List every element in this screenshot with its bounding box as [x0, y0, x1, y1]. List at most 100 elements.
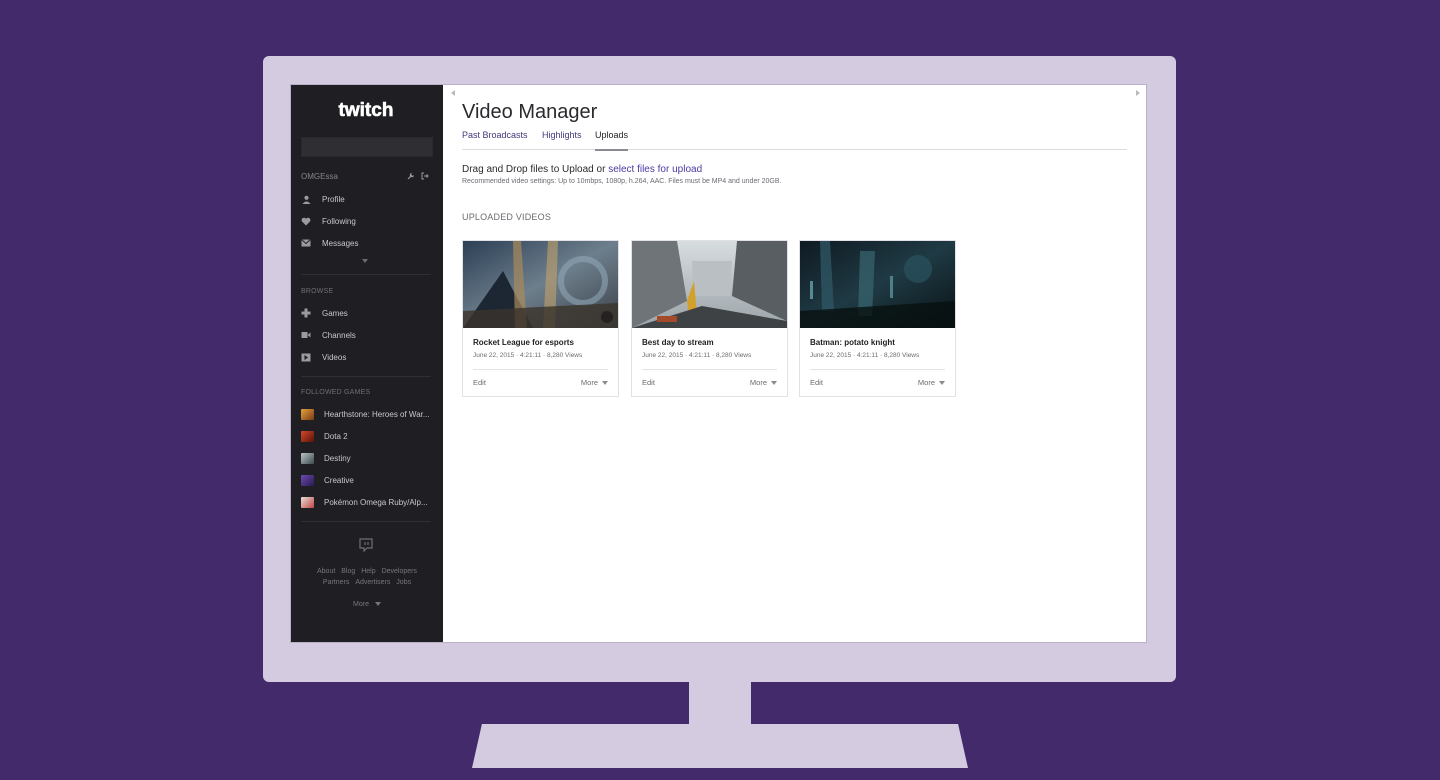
expand-caret-icon[interactable] — [362, 259, 368, 263]
card-divider — [473, 369, 608, 370]
followed-game-label: Pokémon Omega Ruby/Alp... — [324, 497, 428, 507]
sidebar-item-profile[interactable]: Profile — [301, 188, 433, 210]
chevron-down-icon — [602, 380, 608, 385]
video-title[interactable]: Best day to stream — [642, 338, 714, 347]
username[interactable]: OMGEssa — [301, 172, 338, 181]
select-files-link[interactable]: select files for upload — [608, 164, 702, 175]
video-title[interactable]: Rocket League for esports — [473, 338, 574, 347]
sidebar-divider — [301, 274, 431, 275]
footer-link-help[interactable]: Help — [361, 568, 375, 575]
followed-games-list: Hearthstone: Heroes of War... Dota 2 Des… — [301, 403, 433, 513]
sidebar-item-following[interactable]: Following — [301, 210, 433, 232]
video-thumbnail[interactable] — [800, 241, 955, 328]
user-nav: Profile Following Messages — [301, 188, 433, 254]
scroll-left-arrow-icon[interactable] — [451, 90, 455, 96]
chevron-down-icon — [771, 380, 777, 385]
footer-more-button[interactable]: More — [291, 601, 443, 608]
footer-link-developers[interactable]: Developers — [382, 568, 417, 575]
sidebar-item-label: Videos — [322, 352, 347, 362]
monitor-screen: twitch OMGEssa Profile Following Message… — [291, 85, 1146, 642]
video-camera-icon — [301, 330, 311, 340]
wrench-icon[interactable] — [407, 172, 415, 180]
footer-link-about[interactable]: About — [317, 568, 335, 575]
edit-button[interactable]: Edit — [810, 378, 823, 387]
sidebar-item-label: Messages — [322, 238, 359, 248]
game-thumbnail — [301, 474, 314, 486]
sidebar-item-label: Channels — [322, 330, 356, 340]
upload-hint: Recommended video settings: Up to 10mbps… — [462, 178, 782, 185]
game-thumbnail — [301, 430, 314, 442]
browse-label: BROWSE — [301, 288, 334, 295]
edit-button[interactable]: Edit — [473, 378, 486, 387]
svg-text:twitch: twitch — [339, 100, 394, 121]
footer-links-row: Partners Advertisers Jobs — [291, 579, 443, 586]
chat-bubble-icon — [359, 538, 373, 553]
user-icon — [301, 194, 311, 204]
video-title[interactable]: Batman: potato knight — [810, 338, 895, 347]
sidebar-divider — [301, 376, 431, 377]
search-input[interactable] — [301, 137, 433, 157]
footer-link-partners[interactable]: Partners — [323, 579, 349, 586]
main-content: Video Manager Past Broadcasts Highlights… — [443, 85, 1146, 642]
footer-more-label: More — [353, 601, 369, 608]
followed-game-item[interactable]: Destiny — [301, 447, 433, 469]
uploaded-videos-label: UPLOADED VIDEOS — [462, 212, 552, 222]
play-icon — [301, 352, 311, 362]
chevron-down-icon — [374, 602, 381, 606]
sidebar-item-label: Following — [322, 216, 356, 226]
upload-text: Drag and Drop files to Upload or — [462, 164, 609, 175]
video-thumbnail[interactable] — [463, 241, 618, 328]
tab-uploads[interactable]: Uploads — [595, 130, 629, 151]
twitch-logo[interactable]: twitch — [335, 97, 397, 123]
gamepad-icon — [301, 308, 311, 318]
followed-game-label: Hearthstone: Heroes of War... — [324, 409, 430, 419]
sidebar-item-videos[interactable]: Videos — [301, 346, 433, 368]
tab-highlights[interactable]: Highlights — [542, 130, 582, 149]
sidebar-item-games[interactable]: Games — [301, 302, 433, 324]
scroll-right-arrow-icon[interactable] — [1136, 90, 1140, 96]
video-card: Batman: potato knight June 22, 2015 · 4:… — [799, 240, 956, 397]
sidebar-item-messages[interactable]: Messages — [301, 232, 433, 254]
followed-game-item[interactable]: Dota 2 — [301, 425, 433, 447]
footer-link-blog[interactable]: Blog — [341, 568, 355, 575]
more-button[interactable]: More — [581, 378, 608, 387]
envelope-icon — [301, 238, 311, 248]
video-card: Rocket League for esports June 22, 2015 … — [462, 240, 619, 397]
page-title: Video Manager — [462, 101, 598, 123]
more-label: More — [917, 378, 935, 387]
video-thumbnail[interactable] — [632, 241, 787, 328]
game-thumbnail — [301, 496, 314, 508]
upload-instructions: Drag and Drop files to Upload or select … — [462, 164, 702, 175]
user-row: OMGEssa — [301, 172, 431, 184]
sidebar-item-channels[interactable]: Channels — [301, 324, 433, 346]
sidebar-item-label: Profile — [322, 194, 345, 204]
tab-past-broadcasts[interactable]: Past Broadcasts — [462, 130, 528, 149]
monitor-stand-base — [472, 724, 968, 768]
browse-nav: Games Channels Videos — [301, 302, 433, 368]
more-button[interactable]: More — [918, 378, 945, 387]
video-meta: June 22, 2015 · 4:21:11 · 8,280 Views — [473, 352, 583, 359]
game-thumbnail — [301, 452, 314, 464]
followed-game-label: Destiny — [324, 453, 351, 463]
card-divider — [810, 369, 945, 370]
tab-bar: Past Broadcasts Highlights Uploads — [462, 130, 1127, 151]
followed-game-item[interactable]: Pokémon Omega Ruby/Alp... — [301, 491, 433, 513]
sidebar-item-label: Games — [322, 308, 348, 318]
card-divider — [642, 369, 777, 370]
more-button[interactable]: More — [750, 378, 777, 387]
followed-games-label: FOLLOWED GAMES — [301, 389, 371, 396]
footer-link-advertisers[interactable]: Advertisers — [355, 579, 390, 586]
sidebar-divider — [301, 521, 431, 522]
heart-icon — [301, 216, 311, 226]
followed-game-item[interactable]: Creative — [301, 469, 433, 491]
edit-button[interactable]: Edit — [642, 378, 655, 387]
followed-game-item[interactable]: Hearthstone: Heroes of War... — [301, 403, 433, 425]
sidebar: twitch OMGEssa Profile Following Message… — [291, 85, 443, 642]
footer-link-jobs[interactable]: Jobs — [396, 579, 411, 586]
more-label: More — [580, 378, 598, 387]
video-card: Best day to stream June 22, 2015 · 4:21:… — [631, 240, 788, 397]
monitor-stand-neck — [689, 682, 751, 726]
video-meta: June 22, 2015 · 4:21:11 · 8,280 Views — [810, 352, 920, 359]
chevron-down-icon — [939, 380, 945, 385]
logout-icon[interactable] — [421, 172, 429, 180]
